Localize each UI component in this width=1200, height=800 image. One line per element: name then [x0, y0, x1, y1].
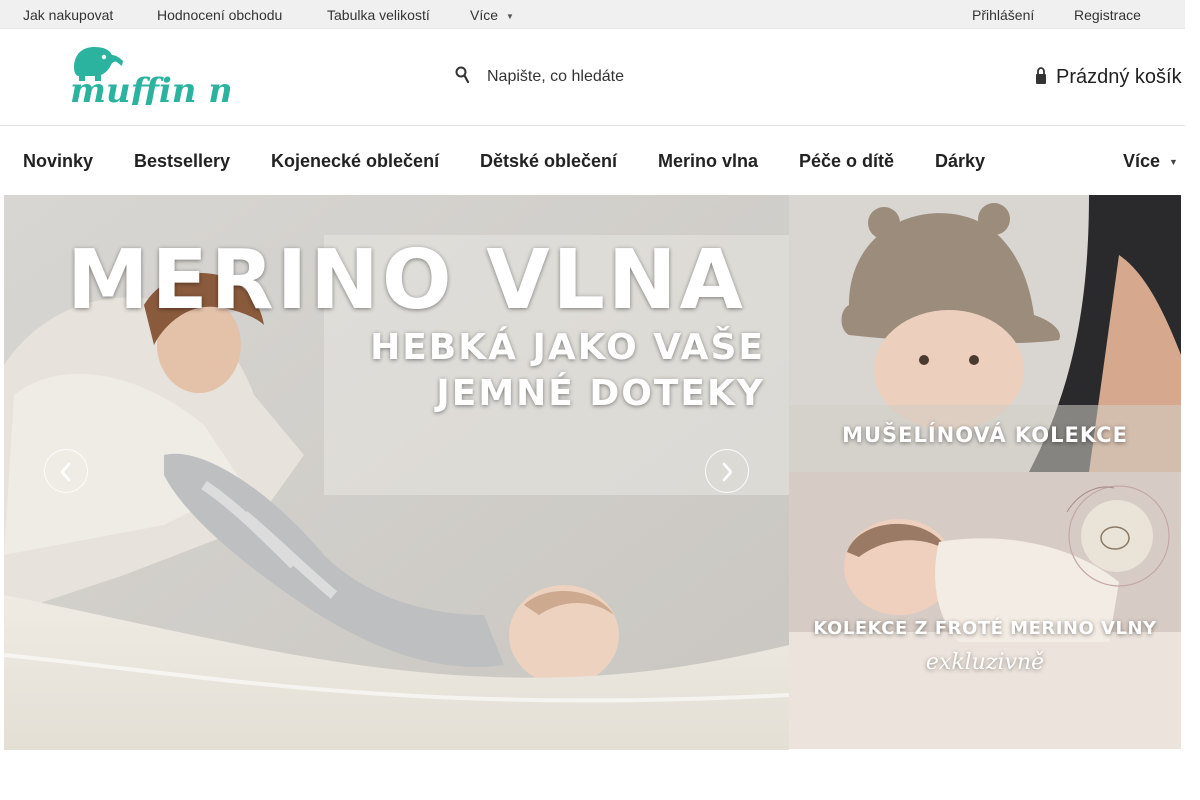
hero-banner-merino[interactable]: MERINO VLNA HEBKÁ JAKO VAŠE JEMNÉ DOTEKY [4, 195, 789, 750]
cart-label: Prázdný košík [1056, 66, 1182, 88]
logo[interactable]: muffin mode [70, 43, 312, 111]
top-link-size-chart[interactable]: Tabulka velikostí [327, 7, 430, 23]
hero-subline-1: HEBKÁ JAKO VAŠE [370, 327, 765, 368]
nav-item-darky[interactable]: Dárky [935, 151, 985, 172]
site-header: muffin mode Napište, co hledáte Prázdný … [0, 29, 1185, 126]
logo-wordmark: muffin mode [70, 71, 230, 105]
top-link-shop-rating[interactable]: Hodnocení obchodu [157, 7, 282, 23]
nav-item-novinky[interactable]: Novinky [23, 151, 93, 172]
top-link-more[interactable]: Více ▼ [470, 7, 514, 23]
login-link[interactable]: Přihlášení [972, 7, 1034, 23]
register-link[interactable]: Registrace [1074, 7, 1141, 23]
promo-terry-subtitle: exkluzivně [925, 650, 1045, 675]
chevron-left-icon [60, 462, 71, 482]
search-placeholder: Napište, co hledáte [487, 68, 624, 85]
lock-icon [1036, 67, 1046, 84]
promo-banner-muslin[interactable]: MUŠELÍNOVÁ KOLEKCE [789, 195, 1181, 472]
slider-next-button[interactable] [705, 449, 749, 493]
chevron-down-icon: ▼ [506, 11, 514, 21]
slider-prev-button[interactable] [44, 449, 88, 493]
search-field[interactable]: Napište, co hledáte [450, 61, 780, 91]
promo-banner-terry-merino[interactable]: KOLEKCE Z FROTÉ MERINO VLNY exkluzivně [789, 472, 1181, 749]
top-utility-bar: Jak nakupovat Hodnocení obchodu Tabulka … [0, 0, 1185, 29]
promo-muslin-title: MUŠELÍNOVÁ KOLEKCE [842, 423, 1128, 447]
main-navigation: Novinky Bestsellery Kojenecké oblečení D… [0, 127, 1185, 195]
nav-item-kojenecke-obleceni[interactable]: Kojenecké oblečení [271, 151, 439, 172]
nav-more-label: Více [1123, 151, 1161, 171]
elephant-logo-icon: muffin mode [70, 47, 312, 111]
top-link-how-to-buy[interactable]: Jak nakupovat [23, 7, 113, 23]
top-link-more-label: Více [470, 7, 499, 23]
nav-item-detske-obleceni[interactable]: Dětské oblečení [480, 151, 617, 172]
hero-subline-2: JEMNÉ DOTEKY [436, 373, 765, 414]
nav-item-bestsellery[interactable]: Bestsellery [134, 151, 230, 172]
chevron-right-icon [722, 462, 733, 482]
search-icon[interactable] [455, 66, 469, 84]
nav-item-more[interactable]: Více ▼ [1123, 151, 1178, 172]
hero-headline: MERINO VLNA [67, 233, 746, 328]
nav-item-merino-vlna[interactable]: Merino vlna [658, 151, 758, 172]
chevron-down-icon: ▼ [1169, 157, 1178, 168]
promo-banner-terry-image [789, 472, 1181, 749]
nav-item-pece-o-dite[interactable]: Péče o dítě [799, 151, 894, 172]
promo-terry-title: KOLEKCE Z FROTÉ MERINO VLNY [813, 618, 1157, 639]
